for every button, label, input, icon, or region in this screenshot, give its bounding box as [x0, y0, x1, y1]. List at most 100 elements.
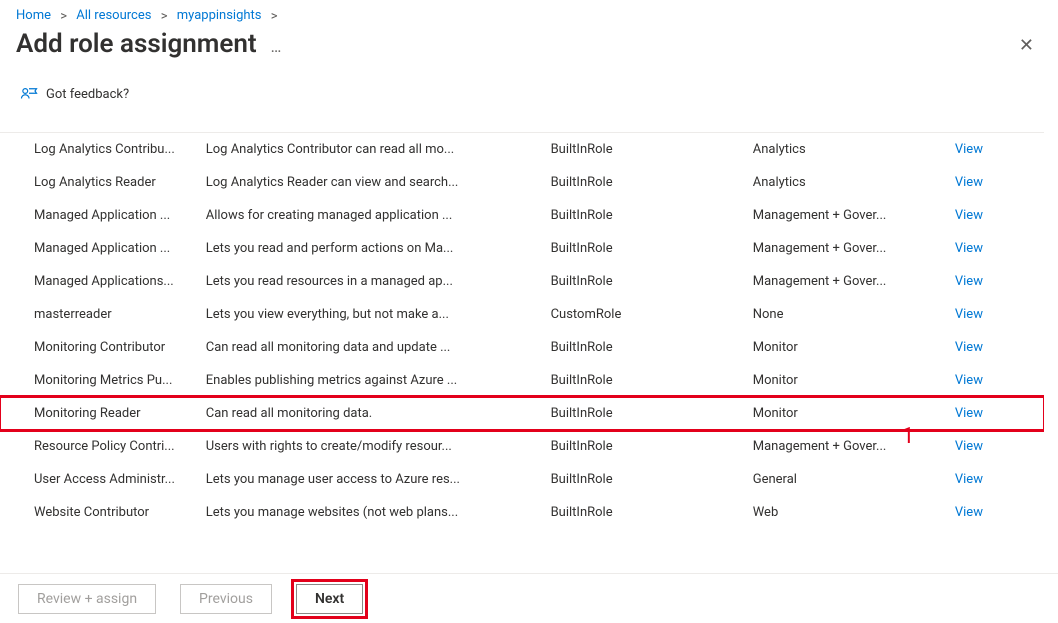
view-link[interactable]: View — [955, 142, 983, 157]
view-link[interactable]: View — [955, 274, 983, 289]
role-type-cell: BuiltInRole — [545, 331, 747, 364]
role-name-cell: Monitoring Contributor — [0, 331, 200, 364]
role-name-cell: Monitoring Reader — [0, 397, 200, 430]
feedback-icon — [20, 85, 38, 103]
feedback-label: Got feedback? — [46, 87, 129, 102]
breadcrumb-all-resources[interactable]: All resources — [76, 8, 151, 23]
previous-button[interactable]: Previous — [180, 584, 272, 614]
breadcrumb: Home > All resources > myappinsights > — [0, 0, 1058, 23]
role-category-cell: Monitor — [747, 331, 949, 364]
role-view-cell: View — [949, 430, 1044, 463]
role-category-cell: Management + Gover... — [747, 430, 949, 463]
table-row[interactable]: Log Analytics ReaderLog Analytics Reader… — [0, 166, 1044, 199]
role-type-cell: BuiltInRole — [545, 496, 747, 529]
role-name-cell: Monitoring Metrics Pu... — [0, 364, 200, 397]
role-category-cell: Analytics — [747, 166, 949, 199]
role-desc-cell: Lets you read resources in a managed ap.… — [200, 265, 545, 298]
role-type-cell: BuiltInRole — [545, 133, 747, 166]
role-type-cell: BuiltInRole — [545, 166, 747, 199]
role-desc-cell: Allows for creating managed application … — [200, 199, 545, 232]
roles-table: Log Analytics Contribu...Log Analytics C… — [0, 133, 1044, 529]
role-type-cell: BuiltInRole — [545, 430, 747, 463]
table-row[interactable]: Resource Policy Contri...Users with righ… — [0, 430, 1044, 463]
role-view-cell: View — [949, 133, 1044, 166]
page-title: Add role assignment — [16, 29, 257, 59]
role-name-cell: User Access Administr... — [0, 463, 200, 496]
view-link[interactable]: View — [955, 340, 983, 355]
view-link[interactable]: View — [955, 505, 983, 520]
role-type-cell: BuiltInRole — [545, 364, 747, 397]
chevron-right-icon: > — [60, 9, 67, 24]
feedback-link[interactable]: Got feedback? — [0, 67, 1058, 113]
role-desc-cell: Lets you manage user access to Azure res… — [200, 463, 545, 496]
table-row[interactable]: Website ContributorLets you manage websi… — [0, 496, 1044, 529]
role-category-cell: None — [747, 298, 949, 331]
role-type-cell: BuiltInRole — [545, 397, 747, 430]
role-type-cell: BuiltInRole — [545, 265, 747, 298]
role-name-cell: masterreader — [0, 298, 200, 331]
role-category-cell: Monitor — [747, 364, 949, 397]
role-name-cell: Managed Application ... — [0, 199, 200, 232]
breadcrumb-resource[interactable]: myappinsights — [177, 8, 262, 23]
more-actions-icon[interactable]: … — [271, 37, 283, 56]
role-view-cell: View — [949, 397, 1044, 430]
role-view-cell: View — [949, 463, 1044, 496]
role-view-cell: View — [949, 331, 1044, 364]
role-name-cell: Resource Policy Contri... — [0, 430, 200, 463]
view-link[interactable]: View — [955, 439, 983, 454]
role-desc-cell: Lets you view everything, but not make a… — [200, 298, 545, 331]
table-row[interactable]: Managed Application ...Allows for creati… — [0, 199, 1044, 232]
role-name-cell: Website Contributor — [0, 496, 200, 529]
role-category-cell: Web — [747, 496, 949, 529]
role-category-cell: General — [747, 463, 949, 496]
view-link[interactable]: View — [955, 406, 983, 421]
next-button[interactable]: Next — [296, 584, 363, 614]
role-type-cell: BuiltInRole — [545, 232, 747, 265]
view-link[interactable]: View — [955, 373, 983, 388]
role-desc-cell: Users with rights to create/modify resou… — [200, 430, 545, 463]
role-desc-cell: Can read all monitoring data and update … — [200, 331, 545, 364]
role-category-cell: Monitor — [747, 397, 949, 430]
wizard-footer: Review + assign Previous Next — [0, 573, 1058, 623]
role-desc-cell: Log Analytics Contributor can read all m… — [200, 133, 545, 166]
role-desc-cell: Can read all monitoring data. — [200, 397, 545, 430]
breadcrumb-home[interactable]: Home — [16, 8, 51, 23]
role-name-cell: Managed Application ... — [0, 232, 200, 265]
table-row[interactable]: Monitoring Metrics Pu...Enables publishi… — [0, 364, 1044, 397]
role-view-cell: View — [949, 496, 1044, 529]
role-desc-cell: Lets you manage websites (not web plans.… — [200, 496, 545, 529]
review-assign-button[interactable]: Review + assign — [18, 584, 156, 614]
view-link[interactable]: View — [955, 241, 983, 256]
role-type-cell: CustomRole — [545, 298, 747, 331]
table-row[interactable]: masterreaderLets you view everything, bu… — [0, 298, 1044, 331]
view-link[interactable]: View — [955, 175, 983, 190]
role-view-cell: View — [949, 199, 1044, 232]
role-name-cell: Log Analytics Reader — [0, 166, 200, 199]
role-view-cell: View — [949, 364, 1044, 397]
role-category-cell: Management + Gover... — [747, 199, 949, 232]
role-category-cell: Analytics — [747, 133, 949, 166]
roles-table-viewport[interactable]: Log Analytics Contribu...Log Analytics C… — [0, 132, 1044, 573]
role-view-cell: View — [949, 298, 1044, 331]
role-category-cell: Management + Gover... — [747, 232, 949, 265]
role-type-cell: BuiltInRole — [545, 199, 747, 232]
table-row[interactable]: Managed Applications...Lets you read res… — [0, 265, 1044, 298]
table-row[interactable]: Log Analytics Contribu...Log Analytics C… — [0, 133, 1044, 166]
table-row[interactable]: User Access Administr...Lets you manage … — [0, 463, 1044, 496]
table-row[interactable]: Monitoring ReaderCan read all monitoring… — [0, 397, 1044, 430]
view-link[interactable]: View — [955, 307, 983, 322]
role-desc-cell: Lets you read and perform actions on Ma.… — [200, 232, 545, 265]
chevron-right-icon: > — [271, 9, 278, 24]
table-row[interactable]: Managed Application ...Lets you read and… — [0, 232, 1044, 265]
close-icon[interactable]: ✕ — [1011, 27, 1042, 64]
role-category-cell: Management + Gover... — [747, 265, 949, 298]
role-type-cell: BuiltInRole — [545, 463, 747, 496]
role-desc-cell: Log Analytics Reader can view and search… — [200, 166, 545, 199]
role-desc-cell: Enables publishing metrics against Azure… — [200, 364, 545, 397]
view-link[interactable]: View — [955, 472, 983, 487]
table-row[interactable]: Monitoring ContributorCan read all monit… — [0, 331, 1044, 364]
role-view-cell: View — [949, 232, 1044, 265]
role-view-cell: View — [949, 166, 1044, 199]
view-link[interactable]: View — [955, 208, 983, 223]
role-name-cell: Managed Applications... — [0, 265, 200, 298]
